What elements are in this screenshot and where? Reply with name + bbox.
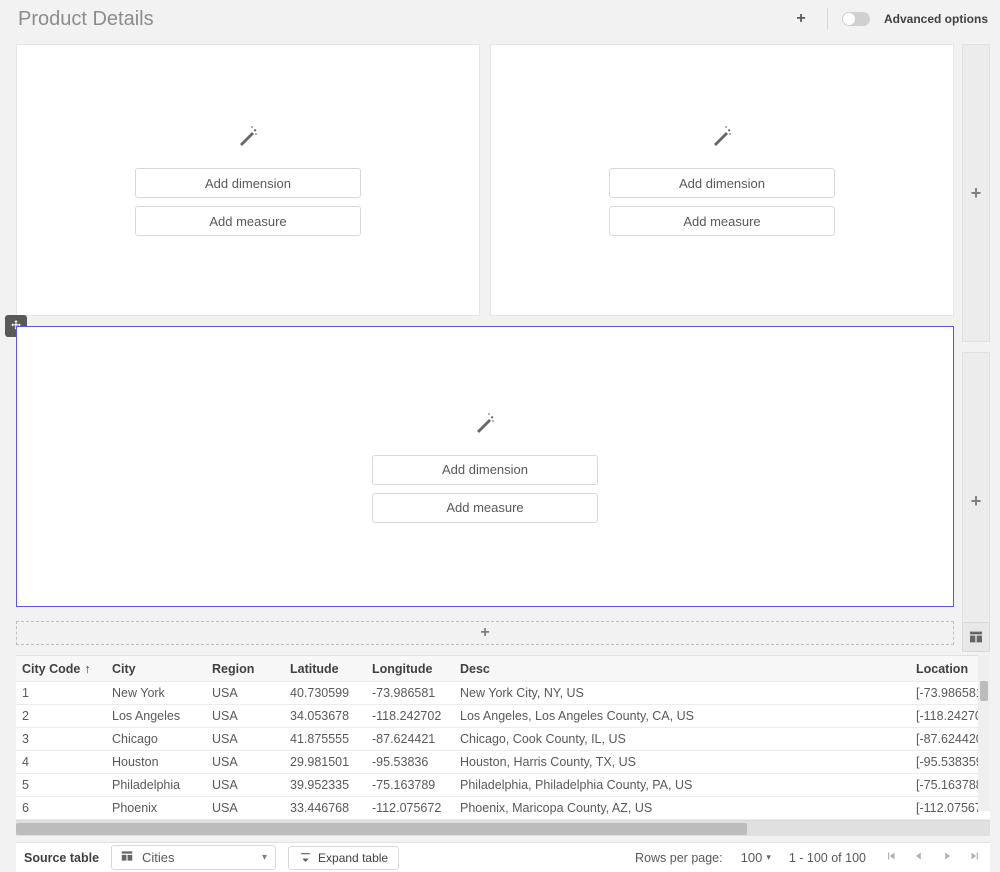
table-cell: Philadelphia, Philadelphia County, PA, U… — [454, 774, 910, 797]
table-cell: 2 — [16, 705, 106, 728]
table-cell: 41.875555 — [284, 728, 366, 751]
magic-wand-icon — [710, 124, 734, 154]
page-next-button[interactable] — [940, 849, 954, 866]
add-dimension-button[interactable]: Add dimension — [609, 168, 835, 198]
advanced-options-label: Advanced options — [884, 12, 988, 26]
data-table-panel: City Code↑ City Region Latitude Longitud… — [16, 655, 990, 836]
header-actions: + Advanced options — [789, 7, 988, 31]
rows-per-page-label: Rows per page: — [635, 851, 723, 865]
table-header-row: City Code↑ City Region Latitude Longitud… — [16, 656, 990, 682]
page-first-button[interactable] — [884, 849, 898, 866]
canvas-area: Add dimension Add measure Add dimension … — [16, 44, 954, 650]
table-cell: -118.242702 — [366, 705, 454, 728]
table-cell: New York City, NY, US — [454, 682, 910, 705]
table-cell: -95.53836 — [366, 751, 454, 774]
table-cell: 6 — [16, 797, 106, 820]
add-dimension-button[interactable]: Add dimension — [135, 168, 361, 198]
page-last-button[interactable] — [968, 849, 982, 866]
table-cell: 3 — [16, 728, 106, 751]
table-row[interactable]: 2Los AngelesUSA34.053678-118.242702Los A… — [16, 705, 990, 728]
table-cell: USA — [206, 751, 284, 774]
col-longitude[interactable]: Longitude — [366, 656, 454, 682]
table-cell: 5 — [16, 774, 106, 797]
table-cell: 39.952335 — [284, 774, 366, 797]
table-cell: Phoenix — [106, 797, 206, 820]
table-cell: -112.075672 — [366, 797, 454, 820]
advanced-options-toggle[interactable] — [842, 12, 870, 26]
add-row-button[interactable]: + — [16, 621, 954, 645]
table-cell: USA — [206, 797, 284, 820]
table-scrollbar-horizontal[interactable] — [16, 820, 990, 836]
table-cell: Philadelphia — [106, 774, 206, 797]
chart-pane-3-selected[interactable]: Add dimension Add measure — [16, 326, 954, 607]
table-cell: USA — [206, 728, 284, 751]
table-cell: Phoenix, Maricopa County, AZ, US — [454, 797, 910, 820]
pager — [884, 849, 982, 866]
magic-wand-icon — [473, 411, 497, 441]
table-view-button[interactable] — [962, 622, 990, 652]
header: Product Details + Advanced options — [0, 0, 1000, 38]
table-cell: 4 — [16, 751, 106, 774]
add-measure-button[interactable]: Add measure — [609, 206, 835, 236]
table-cell: Chicago — [106, 728, 206, 751]
table-cell: 33.446768 — [284, 797, 366, 820]
pagination-range: 1 - 100 of 100 — [789, 851, 866, 865]
chart-row-2: Add dimension Add measure — [16, 326, 954, 607]
table-cell: USA — [206, 774, 284, 797]
table-row[interactable]: 4HoustonUSA29.981501-95.53836Houston, Ha… — [16, 751, 990, 774]
add-right-pane-2[interactable]: + — [962, 352, 990, 650]
table-row[interactable]: 6PhoenixUSA33.446768-112.075672Phoenix, … — [16, 797, 990, 820]
table-cell: USA — [206, 705, 284, 728]
table-cell: Los Angeles, Los Angeles County, CA, US — [454, 705, 910, 728]
table-cell: USA — [206, 682, 284, 705]
table-cell: Chicago, Cook County, IL, US — [454, 728, 910, 751]
right-rail: + + — [962, 44, 990, 650]
source-table-value: Cities — [142, 850, 175, 865]
data-table: City Code↑ City Region Latitude Longitud… — [16, 655, 990, 820]
col-region[interactable]: Region — [206, 656, 284, 682]
table-icon — [120, 849, 134, 866]
chart-pane-1[interactable]: Add dimension Add measure — [16, 44, 480, 316]
chevron-down-icon: ▾ — [262, 852, 267, 863]
page-prev-button[interactable] — [912, 849, 926, 866]
table-cell: 34.053678 — [284, 705, 366, 728]
table-cell: -75.163789 — [366, 774, 454, 797]
table-cell: Houston — [106, 751, 206, 774]
table-row[interactable]: 1New YorkUSA40.730599-73.986581New York … — [16, 682, 990, 705]
magic-wand-icon — [236, 124, 260, 154]
chart-pane-2[interactable]: Add dimension Add measure — [490, 44, 954, 316]
col-latitude[interactable]: Latitude — [284, 656, 366, 682]
add-dimension-button[interactable]: Add dimension — [372, 455, 598, 485]
table-cell: 40.730599 — [284, 682, 366, 705]
col-city[interactable]: City — [106, 656, 206, 682]
add-measure-button[interactable]: Add measure — [372, 493, 598, 523]
add-sheet-button[interactable]: + — [789, 7, 813, 31]
workspace: Add dimension Add measure Add dimension … — [0, 38, 1000, 650]
table-footer: Source table Cities ▾ Expand table Rows … — [16, 842, 990, 872]
table-cell: 1 — [16, 682, 106, 705]
page-title: Product Details — [18, 8, 154, 31]
chart-row-1: Add dimension Add measure Add dimension … — [16, 44, 954, 316]
table-cell: Los Angeles — [106, 705, 206, 728]
col-desc[interactable]: Desc — [454, 656, 910, 682]
add-measure-button[interactable]: Add measure — [135, 206, 361, 236]
separator — [827, 8, 828, 30]
expand-table-button[interactable]: Expand table — [288, 846, 399, 870]
sort-asc-icon: ↑ — [84, 662, 90, 676]
source-table-label: Source table — [24, 851, 99, 865]
add-right-pane-1[interactable]: + — [962, 44, 990, 342]
table-cell: -87.624421 — [366, 728, 454, 751]
table-cell: -73.986581 — [366, 682, 454, 705]
rows-per-page-dropdown[interactable]: 100 ▾ — [741, 850, 771, 865]
table-row[interactable]: 5PhiladelphiaUSA39.952335-75.163789Phila… — [16, 774, 990, 797]
chevron-down-icon: ▾ — [766, 852, 771, 863]
table-cell: 29.981501 — [284, 751, 366, 774]
table-cell: Houston, Harris County, TX, US — [454, 751, 910, 774]
table-row[interactable]: 3ChicagoUSA41.875555-87.624421Chicago, C… — [16, 728, 990, 751]
col-city-code[interactable]: City Code↑ — [16, 656, 106, 682]
table-scrollbar-vertical[interactable] — [978, 655, 990, 811]
source-table-dropdown[interactable]: Cities ▾ — [111, 845, 276, 870]
table-cell: New York — [106, 682, 206, 705]
